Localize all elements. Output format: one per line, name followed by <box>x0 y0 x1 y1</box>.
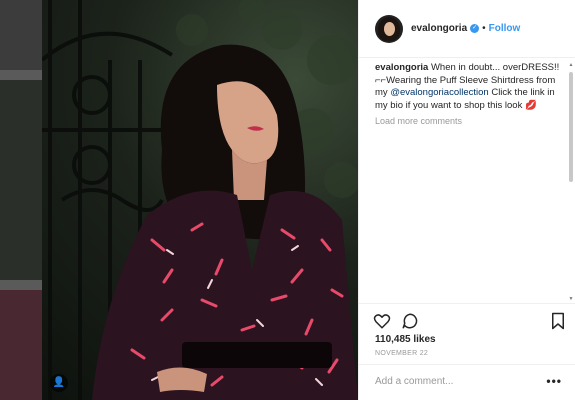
backdrop-strip <box>0 290 42 400</box>
backdrop-strip <box>0 80 42 280</box>
add-comment-input[interactable]: Add a comment... <box>375 376 453 387</box>
post-actions-bar <box>359 303 575 337</box>
caption-glyphs: ⌐⌐ <box>375 74 387 86</box>
caption-text-1: When in doubt... overDRESS!! <box>428 62 560 73</box>
avatar-face <box>384 21 395 36</box>
post-photo[interactable]: 👤 <box>42 0 358 400</box>
comments-scrollbar[interactable]: ▲ ▼ <box>568 62 574 302</box>
comment-icon[interactable] <box>401 312 419 330</box>
scroll-down-arrow-icon[interactable]: ▼ <box>568 296 574 302</box>
more-options-icon[interactable]: ••• <box>546 374 562 388</box>
post-date: NOVEMBER 22 <box>375 350 429 357</box>
scroll-up-arrow-icon[interactable]: ▲ <box>568 62 574 68</box>
header-separator: • <box>482 23 486 34</box>
page-backdrop <box>0 0 42 400</box>
add-comment-bar: Add a comment... ••• <box>359 364 575 400</box>
username-link[interactable]: evalongoria <box>411 23 467 34</box>
caption-mention-link[interactable]: @evalongoriacollection <box>390 87 488 98</box>
photo-illustration <box>42 0 358 400</box>
backdrop-strip <box>0 0 42 70</box>
avatar[interactable] <box>375 14 403 43</box>
caption: evalongoria When in doubt... overDRESS!!… <box>375 62 565 112</box>
post-side-panel: evalongoria ✓ • Follow evalongoria When … <box>358 0 575 400</box>
load-more-comments-button[interactable]: Load more comments <box>375 116 462 126</box>
heart-icon[interactable] <box>373 312 391 330</box>
post-header: evalongoria ✓ • Follow <box>359 0 575 58</box>
bookmark-icon[interactable] <box>550 312 566 330</box>
follow-button[interactable]: Follow <box>489 23 521 34</box>
scrollbar-thumb[interactable] <box>569 72 573 182</box>
verified-icon: ✓ <box>470 24 480 33</box>
likes-count[interactable]: 110,485 likes <box>375 334 436 345</box>
caption-username[interactable]: evalongoria <box>375 62 428 73</box>
user-tag-icon[interactable]: 👤 <box>50 374 68 392</box>
